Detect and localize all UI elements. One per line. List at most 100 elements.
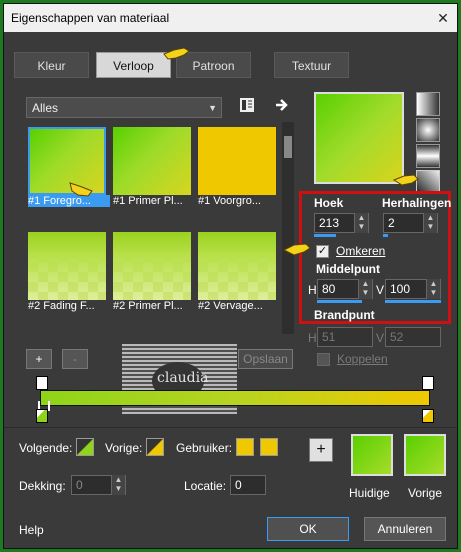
gradient-preview — [198, 232, 276, 300]
gradient-preview — [28, 232, 106, 300]
gradient-preview — [113, 232, 191, 300]
gradient-preview — [198, 127, 276, 195]
h-label: H — [308, 283, 317, 297]
pointer-hand-icon — [392, 174, 419, 186]
middelpunt-h-field[interactable]: 80 ▲ ▼ — [317, 279, 373, 299]
hoek-value: 213 — [319, 216, 340, 230]
vorige-swatch[interactable] — [146, 438, 164, 456]
middelpunt-v-value: 100 — [390, 282, 411, 296]
dekking-field[interactable]: 0 ▲ ▼ — [71, 475, 126, 495]
help-link[interactable]: Help — [19, 523, 44, 537]
gradient-bar[interactable] — [40, 390, 430, 406]
tab-textuur[interactable]: Textuur — [274, 52, 349, 78]
herhalingen-slider-bar[interactable] — [383, 234, 388, 237]
middelpunt-v-field[interactable]: 100 ▲ ▼ — [385, 279, 441, 299]
pointer-hand-icon — [163, 47, 190, 60]
add-swatch-button[interactable]: + — [309, 438, 333, 462]
hoek-label: Hoek — [314, 196, 344, 210]
volgende-label: Volgende: — [19, 441, 73, 455]
brandpunt-h-label: H — [308, 331, 317, 345]
annuleren-button[interactable]: Annuleren — [364, 517, 446, 541]
locatie-value: 0 — [235, 478, 242, 492]
brandpunt-label: Brandpunt — [314, 308, 375, 322]
vorige-swatch-label: Vorige — [408, 486, 443, 500]
koppelen-label: Koppelen — [337, 352, 388, 366]
gradient-preview — [113, 127, 191, 195]
huidige-label: Huidige — [349, 486, 390, 500]
remove-stop-button[interactable]: - — [62, 349, 88, 369]
list-view-icon[interactable] — [239, 97, 255, 113]
stop-marker-bottom-left[interactable] — [36, 409, 48, 423]
stop-marker-bottom-right[interactable] — [422, 409, 434, 423]
brandpunt-h-value: 51 — [322, 330, 336, 344]
dekking-value: 0 — [76, 478, 83, 492]
middelpunt-h-slider-bar[interactable] — [317, 300, 362, 303]
koppelen-checkbox — [317, 353, 330, 366]
gradient-caption: #2 Vervage... — [198, 300, 263, 312]
hoek-spinner[interactable]: ▲ ▼ — [354, 213, 368, 233]
locatie-label: Locatie: — [184, 479, 227, 493]
separator — [4, 427, 457, 428]
gradient-caption: #1 Voorgro... — [198, 195, 261, 207]
brandpunt-h-field: 51 — [317, 327, 373, 347]
title-bar: Eigenschappen van materiaal ✕ — [4, 4, 457, 32]
v-label: V — [376, 283, 385, 297]
gebruiker-swatch-2[interactable] — [260, 438, 278, 456]
tab-kleur[interactable]: Kleur — [14, 52, 89, 78]
omkeren-checkbox[interactable]: ✓ — [316, 245, 329, 258]
linear-style-icon[interactable] — [416, 92, 440, 116]
gradient-preview-large — [314, 92, 404, 184]
gradient-caption: #2 Fading F... — [28, 300, 95, 312]
pointer-hand-icon — [282, 243, 311, 256]
gradient-thumb[interactable]: #2 Vervage... — [198, 232, 276, 317]
scrollbar-thumb[interactable] — [284, 136, 292, 158]
watermark-text: claudia — [157, 370, 209, 386]
middelpunt-v-spinner[interactable]: ▲ ▼ — [426, 279, 440, 299]
category-select[interactable]: Alles ▼ — [26, 97, 222, 118]
dialog-window: Eigenschappen van materiaal ✕ Kleur Verl… — [3, 3, 458, 549]
brandpunt-v-label: V — [376, 331, 385, 345]
gebruiker-label: Gebruiker: — [176, 441, 233, 455]
close-icon[interactable]: ✕ — [435, 10, 451, 26]
gradient-thumb[interactable]: #1 Primer Pl... — [113, 127, 191, 212]
stop-marker-top-right[interactable] — [422, 376, 434, 390]
ok-button[interactable]: OK — [267, 517, 349, 541]
gradient-caption: #1 Primer Pl... — [113, 195, 183, 207]
arrow-right-icon[interactable] — [274, 97, 290, 113]
vorige-color-swatch — [404, 434, 446, 476]
hoek-field[interactable]: 213 ▲ ▼ — [314, 213, 369, 233]
middelpunt-v-slider-bar[interactable] — [385, 300, 441, 303]
opslaan-button[interactable]: Opslaan — [238, 349, 293, 369]
add-stop-button[interactable]: + — [26, 349, 52, 369]
gradient-thumb[interactable]: #2 Fading F... — [28, 232, 106, 317]
dekking-spinner[interactable]: ▲ ▼ — [111, 475, 125, 495]
gradient-thumb[interactable]: #1 Foregro... — [28, 127, 110, 212]
radial-style-icon[interactable] — [416, 118, 440, 142]
gradient-caption: #2 Primer Pl... — [113, 300, 183, 312]
pointer-hand-icon — [69, 182, 93, 197]
gradient-gallery: #1 Foregro... #1 Primer Pl... #1 Voorgro… — [24, 122, 292, 334]
middelpunt-h-value: 80 — [322, 282, 336, 296]
gradient-thumb[interactable]: #2 Primer Pl... — [113, 232, 191, 317]
gallery-scrollbar[interactable] — [282, 122, 294, 334]
hoek-slider-bar[interactable] — [314, 234, 336, 237]
rectangular-style-icon[interactable] — [416, 144, 440, 168]
window-title: Eigenschappen van materiaal — [11, 11, 170, 25]
gebruiker-swatch-1[interactable] — [236, 438, 254, 456]
stop-marker-top-left[interactable] — [36, 376, 48, 390]
dekking-label: Dekking: — [19, 479, 66, 493]
omkeren-label: Omkeren — [336, 244, 386, 258]
middelpunt-h-spinner[interactable]: ▲ ▼ — [358, 279, 372, 299]
vorige-label: Vorige: — [105, 441, 143, 455]
herhalingen-label: Herhalingen — [382, 196, 452, 210]
category-select-value: Alles — [32, 101, 59, 115]
gradient-thumb[interactable]: #1 Voorgro... — [198, 127, 276, 212]
locatie-field[interactable]: 0 — [230, 475, 266, 495]
volgende-swatch[interactable] — [76, 438, 94, 456]
huidige-swatch — [351, 434, 393, 476]
herhalingen-value: 2 — [388, 216, 395, 230]
tab-verloop[interactable]: Verloop — [96, 52, 171, 78]
chevron-down-icon: ▼ — [208, 103, 217, 113]
herhalingen-spinner[interactable]: ▲ ▼ — [423, 213, 437, 233]
herhalingen-field[interactable]: 2 ▲ ▼ — [383, 213, 438, 233]
